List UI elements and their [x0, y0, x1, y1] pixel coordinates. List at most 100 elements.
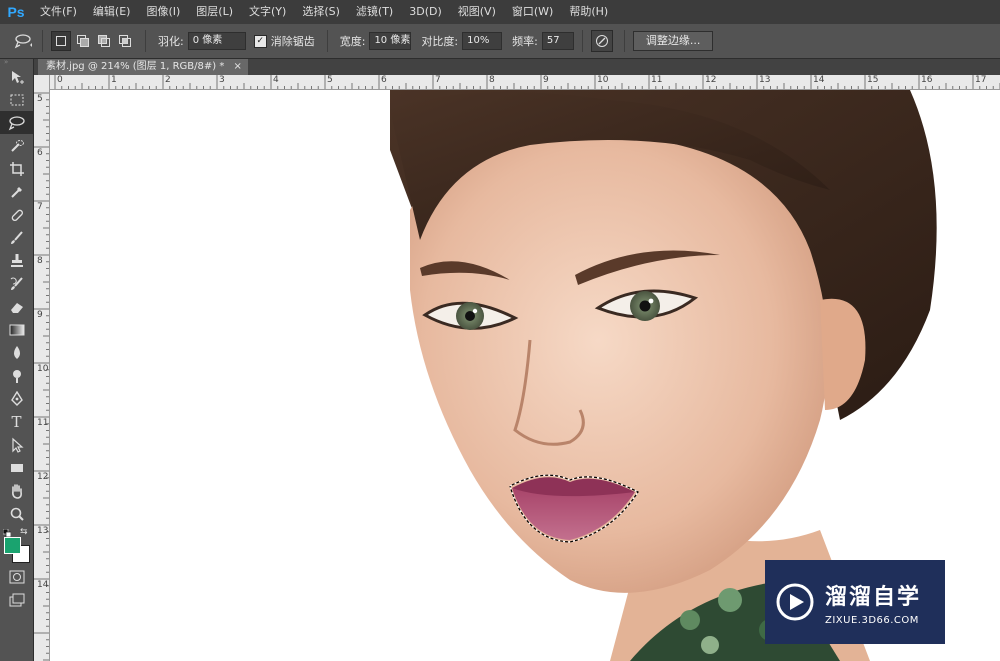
play-logo-icon: [765, 582, 825, 622]
gradient-tool-icon[interactable]: [0, 318, 33, 341]
subtract-from-selection-icon[interactable]: [95, 32, 113, 50]
new-selection-icon[interactable]: [51, 31, 71, 51]
type-tool-icon[interactable]: T: [0, 410, 33, 433]
frequency-label: 频率:: [512, 35, 538, 48]
ruler-label: 13: [37, 526, 49, 536]
ruler-label: 10: [597, 75, 609, 85]
ruler-label: 9: [543, 75, 549, 85]
ruler-label: 5: [37, 94, 43, 104]
blur-tool-icon[interactable]: [0, 341, 33, 364]
ruler-label: 12: [705, 75, 717, 85]
menu-help[interactable]: 帮助(H): [561, 0, 616, 24]
ruler-label: 9: [37, 310, 43, 320]
pen-tool-icon[interactable]: [0, 387, 33, 410]
refine-edge-button[interactable]: 调整边缘...: [632, 31, 714, 51]
ruler-label: 11: [651, 75, 663, 85]
frequency-input[interactable]: 57: [541, 32, 574, 50]
history-brush-tool-icon[interactable]: [0, 272, 33, 295]
menu-layer[interactable]: 图层(L): [188, 0, 241, 24]
eyedropper-tool-icon[interactable]: [0, 180, 33, 203]
antialias-checkbox[interactable]: ✓: [253, 34, 267, 48]
ruler-label: 1: [111, 75, 117, 85]
menu-window[interactable]: 窗口(W): [504, 0, 561, 24]
close-tab-icon[interactable]: ×: [234, 61, 242, 72]
crop-tool-icon[interactable]: [0, 157, 33, 180]
zoom-tool-icon[interactable]: [0, 502, 33, 525]
move-tool-icon[interactable]: [0, 65, 33, 88]
menu-view[interactable]: 视图(V): [450, 0, 504, 24]
magnetic-lasso-icon[interactable]: [14, 31, 34, 51]
healing-brush-tool-icon[interactable]: [0, 203, 33, 226]
ruler-label: 8: [37, 256, 43, 266]
ruler-label: 8: [489, 75, 495, 85]
separator: [42, 30, 43, 52]
path-selection-tool-icon[interactable]: [0, 433, 33, 456]
menu-file[interactable]: 文件(F): [32, 0, 85, 24]
foreground-color-swatch[interactable]: [4, 537, 21, 554]
quick-mask-icon[interactable]: [0, 565, 33, 588]
hand-tool-icon[interactable]: [0, 479, 33, 502]
feather-label: 羽化:: [158, 35, 184, 48]
menu-edit[interactable]: 编辑(E): [85, 0, 139, 24]
add-to-selection-icon[interactable]: [74, 32, 92, 50]
antialias-label: 消除锯齿: [270, 35, 315, 48]
menu-select[interactable]: 选择(S): [294, 0, 348, 24]
swap-colors-icon[interactable]: ⇆: [20, 527, 28, 537]
menu-3d[interactable]: 3D(D): [401, 0, 450, 24]
ruler-label: 7: [435, 75, 441, 85]
ruler-label: 15: [867, 75, 879, 85]
tools-panel: » T ⇆: [0, 59, 34, 661]
width-input[interactable]: 10 像素: [369, 32, 412, 50]
ruler-origin[interactable]: [34, 75, 50, 90]
separator: [326, 30, 328, 52]
quick-selection-tool-icon[interactable]: [0, 134, 33, 157]
document-tab[interactable]: 素材.jpg @ 214% (图层 1, RGB/8#) * ×: [38, 59, 248, 75]
menu-type[interactable]: 文字(Y): [241, 0, 294, 24]
eraser-tool-icon[interactable]: [0, 295, 33, 318]
ruler-label: 16: [921, 75, 933, 85]
watermark-subtitle: ZIXUE.3D66.COM: [825, 614, 919, 626]
contrast-input[interactable]: 10%: [462, 32, 503, 50]
default-colors-icon[interactable]: [2, 527, 12, 538]
dodge-tool-icon[interactable]: [0, 364, 33, 387]
ruler-label: 6: [37, 148, 43, 158]
ruler-ticks: [34, 92, 49, 661]
ruler-label: 0: [57, 75, 63, 85]
ruler-label: 2: [165, 75, 171, 85]
menu-bar: Ps 文件(F) 编辑(E) 图像(I) 图层(L) 文字(Y) 选择(S) 滤…: [0, 0, 1000, 24]
horizontal-ruler[interactable]: 0 1 2 3 4 5 6 7 8 9 10 11 12 13 14 15 16…: [50, 75, 1000, 90]
ruler-label: 14: [813, 75, 825, 85]
ruler-label: 13: [759, 75, 771, 85]
ruler-label: 11: [37, 418, 49, 428]
watermark-title: 溜溜自学: [825, 584, 922, 610]
intersect-selection-icon[interactable]: [116, 32, 134, 50]
width-label: 宽度:: [339, 35, 366, 48]
ruler-label: 10: [37, 364, 49, 374]
menu-filter[interactable]: 滤镜(T): [348, 0, 401, 24]
options-bar: 羽化: 0 像素 ✓ 消除锯齿 宽度: 10 像素 对比度: 10% 频率: 5…: [0, 24, 1000, 59]
stylus-pressure-icon[interactable]: [590, 30, 613, 52]
ruler-label: 12: [37, 472, 49, 482]
ruler-label: 5: [327, 75, 333, 85]
separator: [145, 30, 146, 52]
brush-tool-icon[interactable]: [0, 226, 33, 249]
rectangle-tool-icon[interactable]: [0, 456, 33, 479]
marquee-tool-icon[interactable]: [0, 88, 33, 111]
ruler-ticks: [54, 75, 1000, 89]
ruler-label: 3: [219, 75, 225, 85]
menu-image[interactable]: 图像(I): [138, 0, 188, 24]
check-icon: ✓: [256, 36, 264, 46]
lasso-tool-icon[interactable]: [0, 111, 33, 134]
ruler-label: 4: [273, 75, 279, 85]
ruler-label: 17: [975, 75, 987, 85]
photoshop-logo: Ps: [7, 4, 25, 20]
screen-mode-icon[interactable]: [0, 588, 33, 611]
ruler-label: 6: [381, 75, 387, 85]
ruler-label: 7: [37, 202, 43, 212]
color-swatches: ⇆: [0, 525, 33, 565]
document-tab-bar: 素材.jpg @ 214% (图层 1, RGB/8#) * ×: [34, 59, 1000, 75]
feather-input[interactable]: 0 像素: [187, 32, 246, 50]
clone-stamp-tool-icon[interactable]: [0, 249, 33, 272]
contrast-label: 对比度:: [421, 35, 459, 48]
vertical-ruler[interactable]: 5 6 7 8 9 10 11 12 13 14: [34, 89, 50, 661]
